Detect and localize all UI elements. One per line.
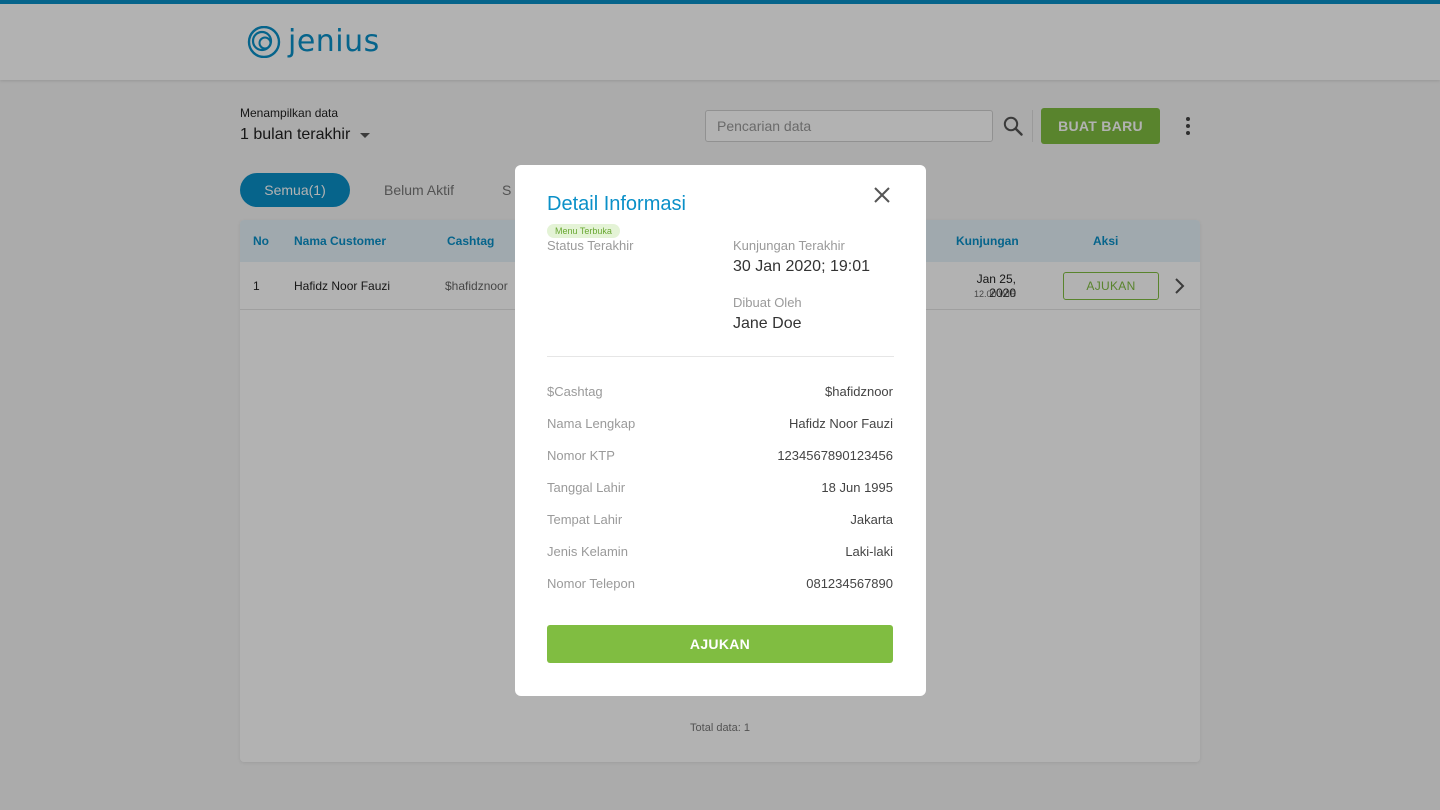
detail-label-gender: Jenis Kelamin [547,544,628,559]
detail-value-gender: Laki-laki [845,544,893,559]
modal-title: Detail Informasi [547,193,686,215]
status-label: Status Terakhir [547,238,634,253]
last-visit-value: 30 Jan 2020; 19:01 [733,258,871,275]
detail-label-birth-date: Tanggal Lahir [547,480,626,495]
detail-label-phone: Nomor Telepon [547,576,635,591]
detail-value-full-name: Hafidz Noor Fauzi [788,416,893,431]
submit-button[interactable]: AJUKAN [547,625,893,663]
detail-value-birth-place: Jakarta [850,512,893,527]
close-icon[interactable] [871,184,893,206]
created-by-label: Dibuat Oleh [733,295,802,310]
modal-divider [547,356,894,357]
created-by-value: Jane Doe [733,315,802,332]
detail-label-cashtag: $Cashtag [547,384,603,399]
detail-value-ktp: 1234567890123456 [777,448,893,463]
detail-value-cashtag: $hafidznoor [825,384,893,399]
detail-label-ktp: Nomor KTP [547,448,615,463]
detail-label-birth-place: Tempat Lahir [547,512,623,527]
detail-value-phone: 081234567890 [806,576,893,591]
detail-label-full-name: Nama Lengkap [547,416,636,431]
last-visit-label: Kunjungan Terakhir [733,238,845,253]
detail-value-birth-date: 18 Jun 1995 [821,480,893,495]
detail-modal: Detail Informasi Status Terakhir Menu Te… [515,165,926,696]
status-badge: Menu Terbuka [547,224,620,238]
